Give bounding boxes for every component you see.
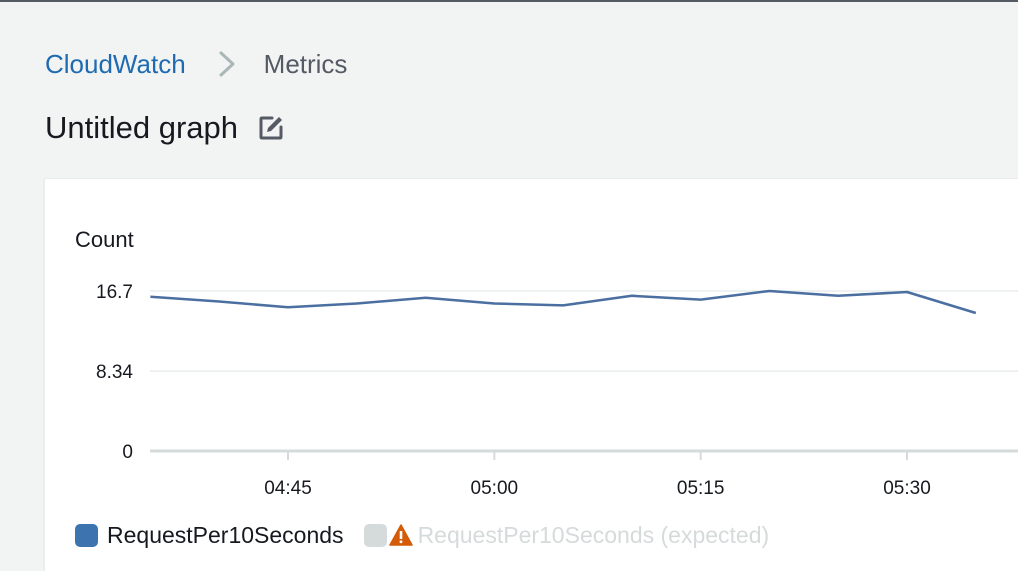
warning-icon — [388, 524, 413, 546]
grid-lines — [150, 290, 1018, 453]
x-tick-label: 05:30 — [883, 478, 931, 499]
x-tick-label: 05:00 — [471, 478, 519, 499]
x-tick-labels: 04:45 05:00 05:15 05:30 — [264, 451, 931, 499]
x-tick-label: 05:15 — [677, 478, 725, 499]
y-tick-label: 8.34 — [96, 362, 133, 383]
metric-chart: Count 16.7 8.34 0 04:45 05:00 05:15 05:30 — [75, 227, 1018, 499]
series-lines — [150, 289, 977, 315]
y-tick-label: 0 — [122, 442, 133, 463]
legend-label-expected: RequestPer10Seconds (expected) — [417, 521, 770, 548]
legend: RequestPer10Seconds RequestPer10Seconds … — [75, 520, 769, 550]
y-tick-labels: 16.7 8.34 0 — [96, 282, 133, 463]
x-tick-label: 04:45 — [264, 478, 312, 499]
legend-item-request[interactable]: RequestPer10Seconds — [75, 522, 344, 549]
series-line — [150, 289, 977, 315]
y-axis-label: Count — [75, 227, 134, 252]
legend-swatch-inactive — [363, 523, 387, 547]
y-tick-label: 16.7 — [96, 282, 133, 303]
legend-item-expected[interactable]: RequestPer10Seconds (expected) — [363, 521, 770, 549]
legend-swatch — [75, 523, 98, 547]
legend-label: RequestPer10Seconds — [107, 521, 344, 548]
